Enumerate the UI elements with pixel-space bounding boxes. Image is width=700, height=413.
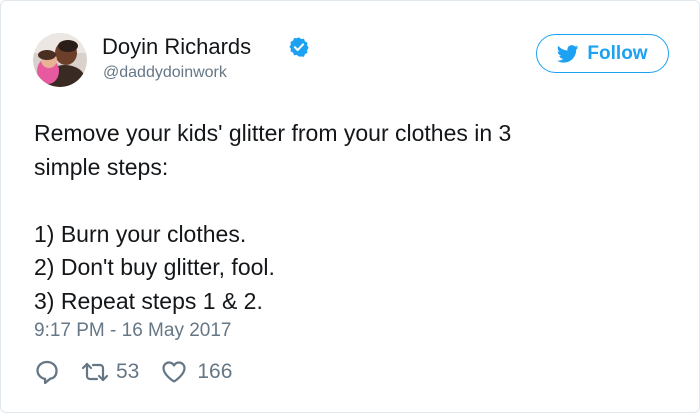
reply-button[interactable] [34, 359, 60, 385]
tweet-text-line: 1) Burn your clothes. [34, 220, 247, 247]
author-avatar[interactable] [33, 33, 87, 87]
retweet-icon [81, 362, 109, 382]
retweet-button[interactable]: 53 [80, 360, 139, 384]
tweet-text-line: Remove your kids' glitter from your clot… [34, 120, 512, 146]
tweet-actions: 53 166 [34, 357, 232, 387]
user-avatar-photo-icon [33, 33, 87, 87]
follow-button[interactable]: Follow [536, 34, 669, 73]
tweet-text-line: 2) Don't buy glitter, fool. [34, 254, 275, 280]
tweet-timestamp[interactable]: 9:17 PM - 16 May 2017 [34, 320, 232, 342]
verified-badge-icon [289, 37, 309, 57]
reply-bubble-icon [36, 360, 58, 385]
tweet-text-line: 3) Repeat steps 1 & 2. [34, 287, 263, 314]
tweet-card: Doyin Richards @daddydoinwork Follow Rem… [0, 0, 700, 413]
like-button[interactable]: 166 [161, 360, 232, 384]
follow-button-label: Follow [587, 42, 648, 64]
author-display-name[interactable]: Doyin Richards [102, 34, 251, 60]
like-count: 166 [197, 360, 233, 383]
twitter-bird-icon [557, 44, 579, 63]
tweet-text-line: simple steps: [34, 153, 169, 180]
heart-icon [162, 361, 186, 383]
retweet-count: 53 [116, 360, 140, 383]
author-handle[interactable]: @daddydoinwork [103, 64, 227, 82]
tweet-text: Remove your kids' glitter from your clot… [34, 117, 674, 318]
